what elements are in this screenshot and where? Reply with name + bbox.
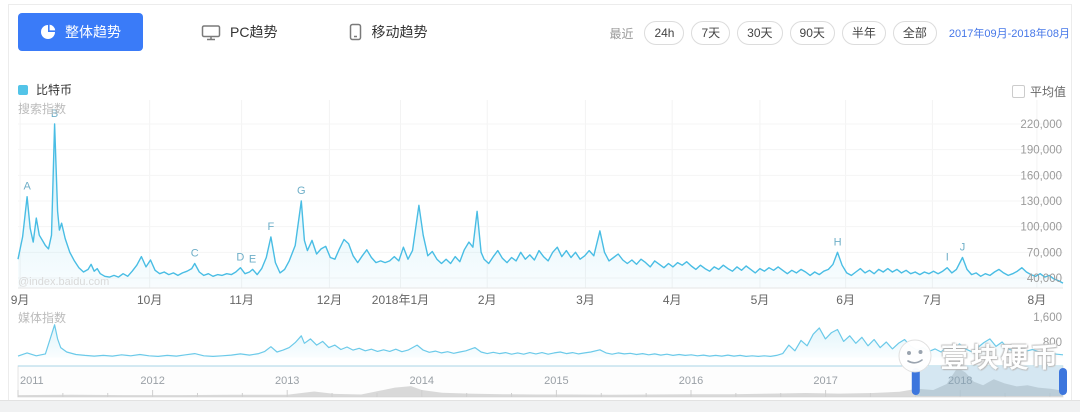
x-axis-tick-label: 9月 xyxy=(11,293,30,307)
range-pill-group: 24h 7天 30天 90天 半年 全部 xyxy=(644,21,937,45)
x-axis-tick-label: 5月 xyxy=(751,293,770,307)
search-index-plot-area[interactable] xyxy=(18,100,1063,288)
desktop-monitor-icon xyxy=(201,24,221,41)
mobile-phone-icon xyxy=(349,23,362,41)
brand-watermark: 壹块硬币 xyxy=(896,336,1061,375)
timeline-year-2012: 2012 xyxy=(140,375,164,387)
tab-label: PC趋势 xyxy=(230,24,278,40)
range-button-24h[interactable]: 24h xyxy=(644,21,685,45)
x-axis-tick-label: 2018年1月 xyxy=(372,293,429,307)
time-range-controls: 最近 24h 7天 30天 90天 半年 全部 2017年09月-2018年08月 xyxy=(609,21,1070,45)
x-axis-tick-label: 7月 xyxy=(923,293,942,307)
timeline-year-2011: 2011 xyxy=(20,375,44,387)
series-color-swatch xyxy=(18,84,28,95)
tab-overall-trend[interactable]: 整体趋势 xyxy=(18,13,143,51)
baidu-index-trend-widget: 整体趋势 PC趋势 移动趋势 最近 24h 7天 30天 90天 半年 全部 2… xyxy=(0,0,1080,412)
tab-pc-trend[interactable]: PC趋势 xyxy=(187,13,291,51)
timeline-year-2013: 2013 xyxy=(275,375,299,387)
x-axis-tick-label: 8月 xyxy=(1028,293,1047,307)
series-legend: 比特币 xyxy=(18,81,72,98)
tab-label: 移动趋势 xyxy=(371,24,428,40)
timeline-year-2014: 2014 xyxy=(410,375,434,387)
average-checkbox[interactable] xyxy=(1011,85,1025,98)
average-toggle[interactable]: 平均值 xyxy=(1011,83,1066,100)
recent-label: 最近 xyxy=(609,26,634,41)
x-axis-tick-label: 3月 xyxy=(576,293,595,307)
date-range-picker[interactable]: 2017年09月-2018年08月 xyxy=(949,25,1070,41)
x-axis-tick-label: 12月 xyxy=(317,293,342,307)
range-button-90天[interactable]: 90天 xyxy=(789,21,835,45)
timeline-year-2017: 2017 xyxy=(813,375,837,387)
average-label: 平均值 xyxy=(1029,85,1066,99)
brand-coin-icon xyxy=(898,339,932,372)
range-button-半年[interactable]: 半年 xyxy=(841,21,886,45)
media-y-tick-label: 1,600 xyxy=(1033,312,1062,324)
timeline-year-2015: 2015 xyxy=(544,375,568,387)
x-axis-tick-label: 4月 xyxy=(663,293,682,307)
tab-label: 整体趋势 xyxy=(65,24,121,40)
x-axis-tick-label: 10月 xyxy=(137,293,162,307)
bottom-band xyxy=(0,400,1080,412)
pie-chart-icon xyxy=(40,24,56,40)
range-button-7天[interactable]: 7天 xyxy=(691,21,731,45)
timeline-year-2016: 2016 xyxy=(679,375,703,387)
tab-mobile-trend[interactable]: 移动趋势 xyxy=(335,13,441,51)
range-button-30天[interactable]: 30天 xyxy=(737,21,783,45)
x-axis-tick-label: 6月 xyxy=(836,293,855,307)
x-axis-tick-label: 11月 xyxy=(229,293,253,307)
brand-watermark-text: 壹块硬币 xyxy=(941,343,1061,373)
x-axis-tick-label: 2月 xyxy=(478,293,497,307)
trend-tabs: 整体趋势 PC趋势 移动趋势 xyxy=(18,13,441,51)
series-legend-label: 比特币 xyxy=(36,83,73,97)
range-button-全部[interactable]: 全部 xyxy=(892,21,937,45)
media-index-title: 媒体指数 xyxy=(18,310,66,325)
